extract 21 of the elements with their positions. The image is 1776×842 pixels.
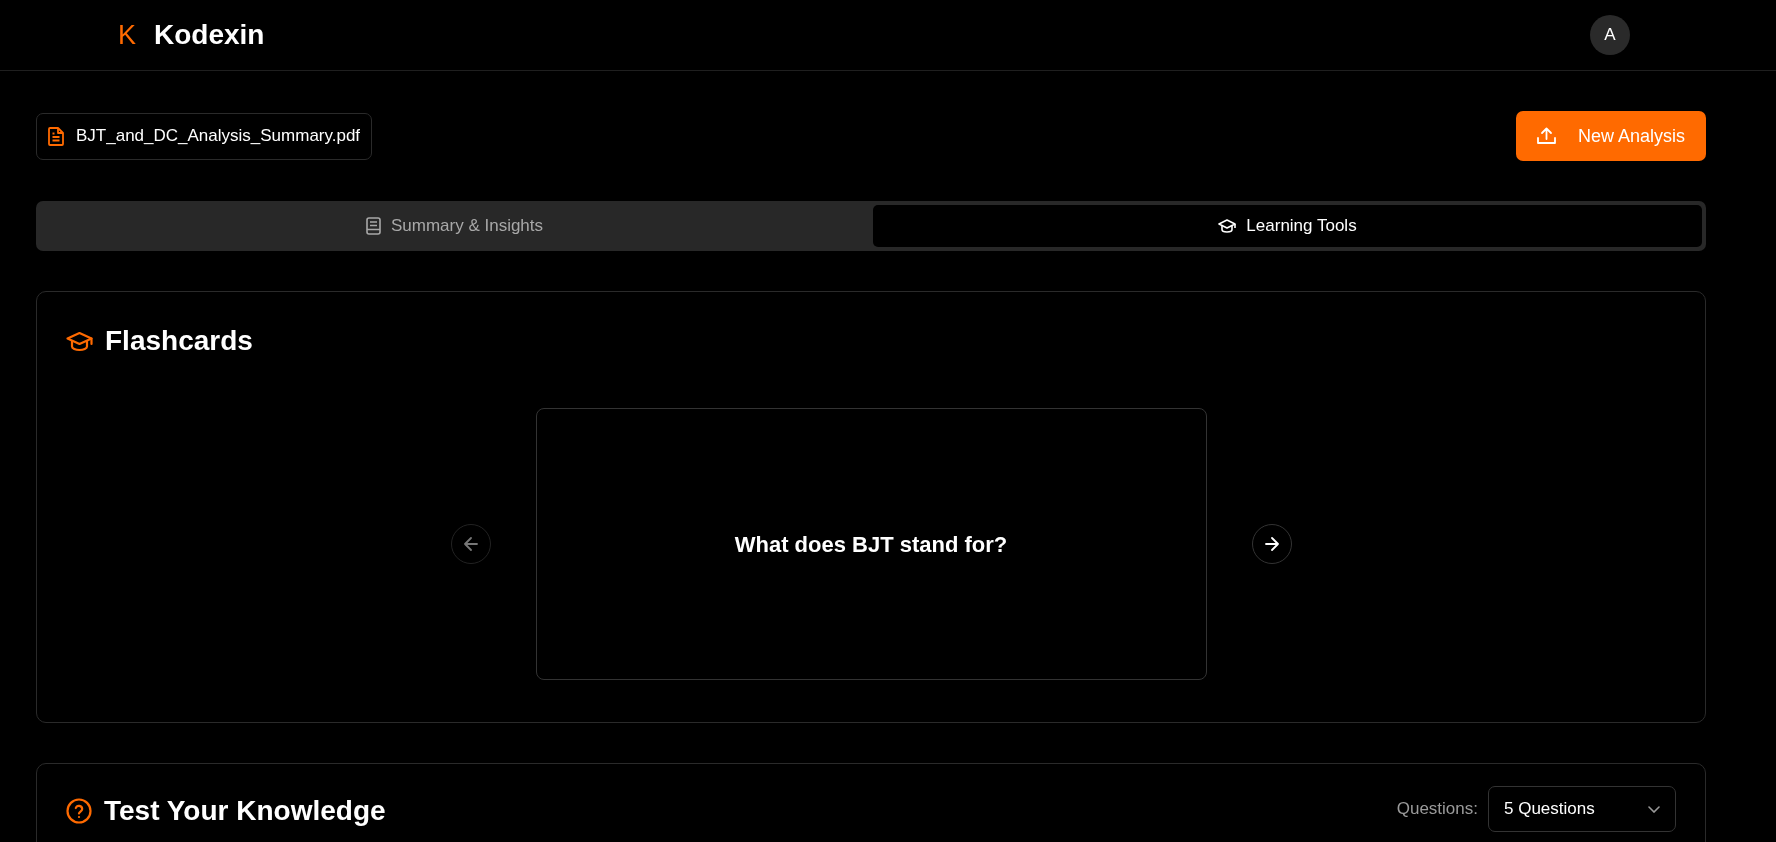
graduation-cap-icon [66,330,93,352]
arrow-left-icon [463,537,478,551]
flashcard[interactable]: What does BJT stand for? [535,408,1207,680]
graduation-cap-icon [1218,219,1237,233]
upload-icon [1536,127,1556,145]
section-title: Flashcards [105,324,253,358]
file-name: BJT_and_DC_Analysis_Summary.pdf [76,125,361,148]
questions-label: Questions: [1396,798,1478,821]
arrow-right-icon [1264,537,1279,551]
flashcard-question: What does BJT stand for? [734,530,1008,559]
document-icon [48,126,64,146]
tab[interactable]: Summary & Insights [40,205,869,247]
book-icon [365,217,381,235]
logo-letter: K [118,21,136,49]
chevron-down-icon [1648,805,1660,813]
question-circle-icon [66,798,92,824]
tab[interactable]: Learning Tools [873,205,1702,247]
questions-select[interactable]: 5 Questions [1488,786,1676,832]
brand-name: Kodexin [154,21,265,49]
avatar[interactable]: A [1590,15,1630,55]
section-title: Test Your Knowledge [104,794,386,828]
